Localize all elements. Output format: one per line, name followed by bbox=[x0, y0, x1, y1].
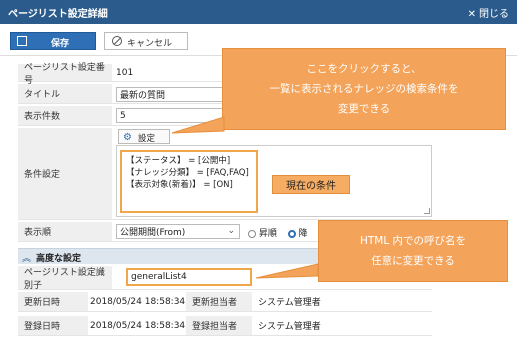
radio-desc-label: 降 bbox=[298, 229, 308, 239]
condition-settings-label: 設定 bbox=[138, 134, 156, 144]
radio-desc[interactable] bbox=[287, 229, 296, 238]
close-button[interactable]: ✕ 閉じる bbox=[468, 5, 509, 20]
title-input[interactable]: 最新の質問 bbox=[116, 87, 228, 102]
cancel-icon bbox=[112, 36, 122, 46]
close-label: 閉じる bbox=[479, 9, 509, 20]
created-by-label: 登録担当者 bbox=[186, 316, 252, 335]
save-icon bbox=[17, 36, 27, 46]
condition-line: 【ステータス】 = [公開中] bbox=[126, 156, 231, 166]
current-condition-tag: 現在の条件 bbox=[272, 175, 350, 194]
created-at-label: 登録日時 bbox=[18, 316, 88, 335]
identifier-label: ページリスト設定識別子 bbox=[18, 266, 112, 291]
row-updated: 更新日時 2018/05/24 18:58:34 更新担当者 システム管理者 bbox=[18, 292, 432, 312]
radio-asc[interactable] bbox=[248, 229, 256, 238]
callout-top-pointer bbox=[171, 116, 225, 134]
callout-line: ここをクリックすると、 bbox=[306, 63, 422, 75]
callout-line: HTML 内での呼び名を bbox=[359, 235, 467, 247]
created-at-value: 2018/05/24 18:58:34 bbox=[90, 320, 186, 331]
updated-by-label: 更新担当者 bbox=[186, 292, 252, 311]
row-created: 登録日時 2018/05/24 18:58:34 登録担当者 システム管理者 bbox=[18, 316, 432, 336]
chevron-up-icon: ︽ bbox=[22, 254, 32, 264]
radio-asc-label: 昇順 bbox=[258, 229, 277, 239]
callout-line: 任意に変更できる bbox=[371, 255, 455, 267]
cancel-label: キャンセル bbox=[127, 39, 173, 49]
condition-line: 【ナレッジ分類】 = [FAQ,FAQ] bbox=[126, 168, 249, 178]
created-by-value: システム管理者 bbox=[258, 322, 321, 332]
advanced-section-label: 高度な設定 bbox=[36, 254, 82, 264]
cancel-button[interactable]: キャンセル bbox=[104, 32, 188, 50]
gear-icon: ⚙ bbox=[123, 132, 132, 143]
condition-summary: 【ステータス】 = [公開中] 【ナレッジ分類】 = [FAQ,FAQ] 【表示… bbox=[120, 150, 258, 213]
page-no-label: ページリスト設定番号 bbox=[18, 63, 112, 86]
window-title: ページリスト設定詳細 bbox=[8, 9, 108, 20]
count-label: 表示件数 bbox=[18, 106, 112, 125]
page-list-settings-window: ページリスト設定詳細 ✕ 閉じる 保存 キャンセル ページリスト設定番号 101 … bbox=[0, 0, 517, 357]
callout-condition-help: ここをクリックすると、 一覧に表示されるナレッジの検索条件を 変更できる bbox=[222, 48, 506, 130]
save-button[interactable]: 保存 bbox=[10, 32, 96, 50]
updated-at-label: 更新日時 bbox=[18, 292, 88, 311]
order-select-value: 公開期間(From) bbox=[120, 228, 186, 238]
close-icon: ✕ bbox=[467, 9, 476, 20]
identifier-input[interactable]: generalList4 bbox=[126, 268, 252, 286]
callout-line: 変更できる bbox=[337, 103, 391, 115]
save-label: 保存 bbox=[51, 39, 70, 49]
updated-at-value: 2018/05/24 18:58:34 bbox=[90, 296, 186, 307]
order-radio-group: 昇順 降 bbox=[248, 226, 308, 239]
callout-identifier-help: HTML 内での呼び名を 任意に変更できる bbox=[318, 220, 508, 282]
page-no-value: 101 bbox=[116, 67, 134, 78]
callout-bottom-pointer bbox=[255, 263, 319, 279]
window-titlebar: ページリスト設定詳細 ✕ 閉じる bbox=[0, 0, 517, 24]
order-select[interactable]: 公開期間(From) ⌄ bbox=[116, 224, 240, 239]
condition-label: 条件設定 bbox=[18, 128, 112, 219]
title-label: タイトル bbox=[18, 84, 112, 103]
resize-grip-icon[interactable] bbox=[424, 208, 430, 214]
callout-line: 一覧に表示されるナレッジの検索条件を bbox=[269, 83, 459, 95]
condition-line: 【表示対象(新着)】 = [ON] bbox=[126, 180, 233, 190]
chevron-down-icon: ⌄ bbox=[227, 226, 235, 236]
condition-settings-button[interactable]: ⚙ 設定 bbox=[118, 129, 170, 144]
updated-by-value: システム管理者 bbox=[258, 298, 321, 308]
order-label: 表示順 bbox=[18, 222, 112, 241]
